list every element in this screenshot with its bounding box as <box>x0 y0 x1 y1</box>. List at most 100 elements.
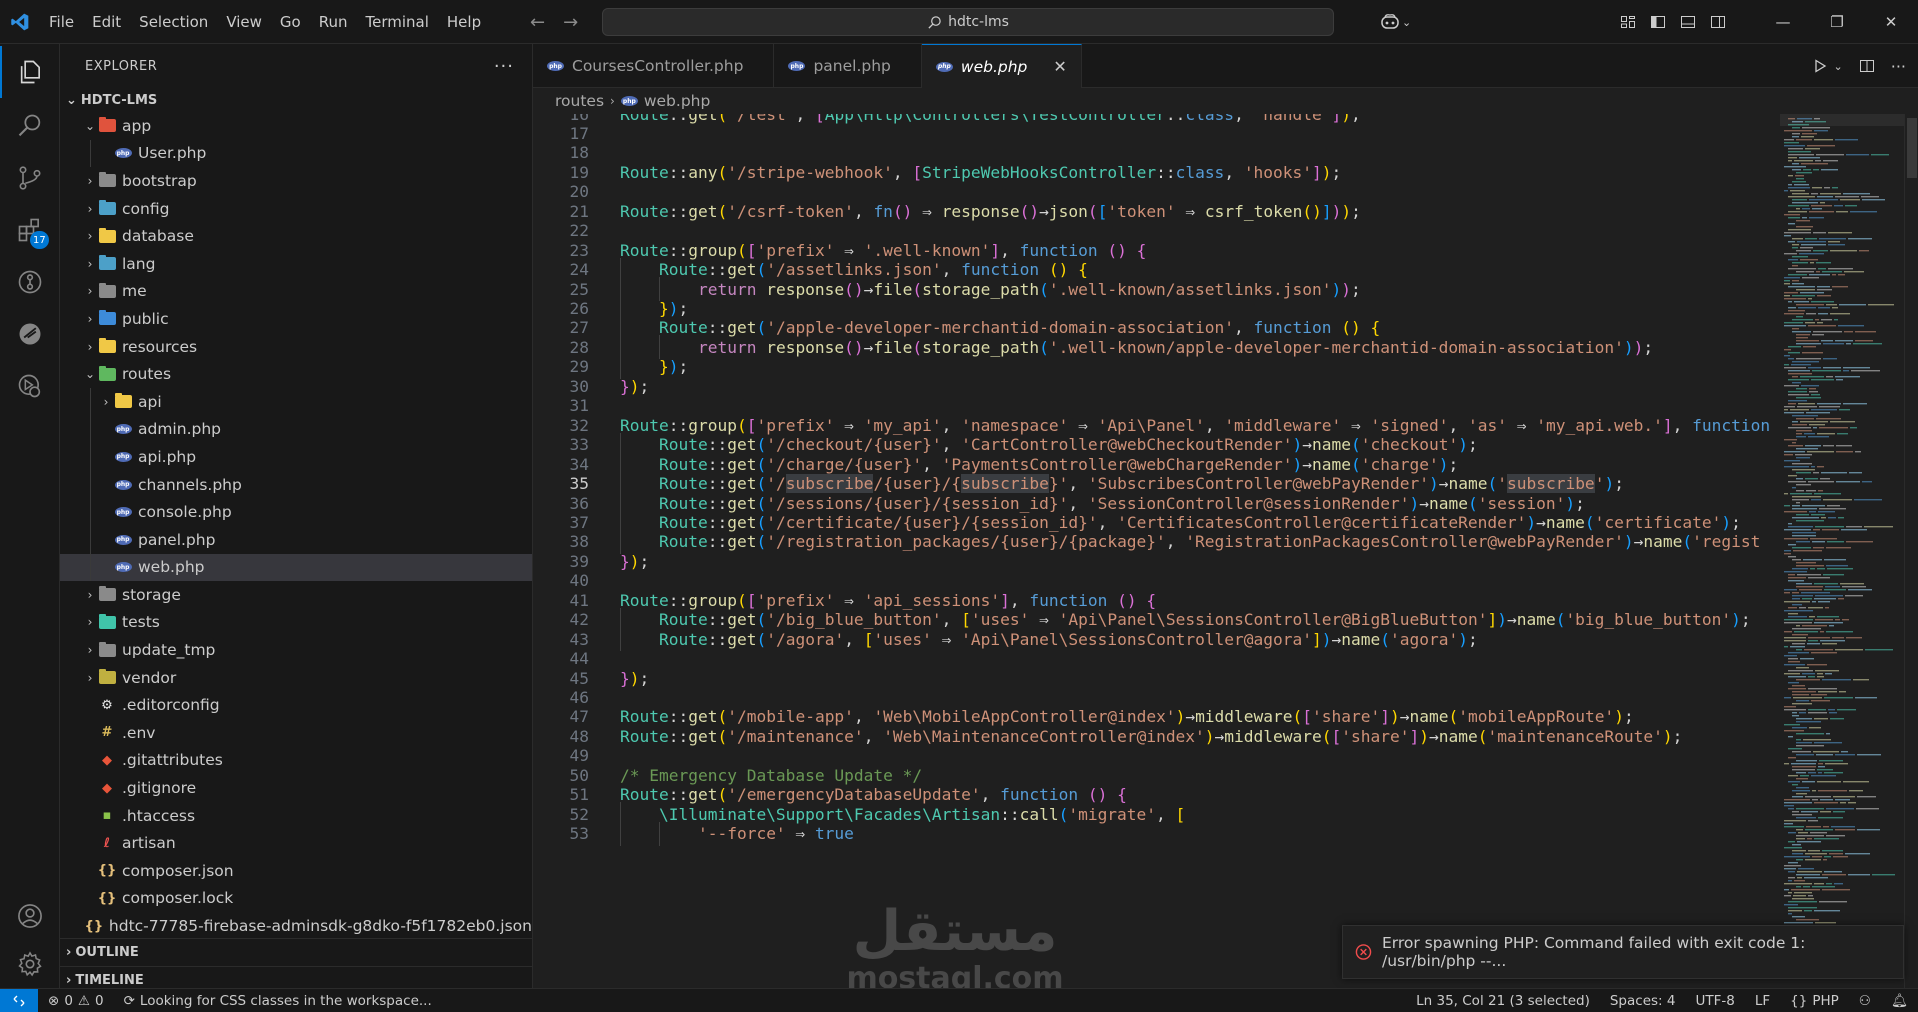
tree-item[interactable]: ⌄ app <box>60 112 532 140</box>
background-activity[interactable]: ⟳ Looking for CSS classes in the workspa… <box>114 993 442 1009</box>
scrollbar-thumb[interactable] <box>1907 118 1917 178</box>
chevron-down-icon: ⌄ <box>66 92 77 108</box>
tree-item[interactable]: {} hdtc-77785-firebase-adminsdk-g8dko-f5f… <box>60 912 532 940</box>
menu-view[interactable]: View <box>217 0 271 44</box>
toggle-panel-icon[interactable] <box>1680 14 1696 30</box>
more-actions-icon[interactable]: ··· <box>1891 57 1906 76</box>
tree-item[interactable]: › vendor <box>60 664 532 692</box>
tree-item[interactable]: {} composer.lock <box>60 885 532 913</box>
encoding[interactable]: UTF-8 <box>1685 993 1744 1009</box>
end-of-line[interactable]: LF <box>1745 993 1780 1009</box>
indentation[interactable]: Spaces: 4 <box>1600 993 1686 1009</box>
menu-selection[interactable]: Selection <box>130 0 217 44</box>
copilot-menu[interactable]: ⌄ <box>1380 0 1411 44</box>
menu-edit[interactable]: Edit <box>83 0 130 44</box>
customize-layout-icon[interactable] <box>1620 14 1636 30</box>
tree-item[interactable]: › lang <box>60 250 532 278</box>
extensions-icon[interactable]: 17 <box>0 204 60 256</box>
minimap-line <box>1795 454 1812 456</box>
tree-item[interactable]: ▪ .htaccess <box>60 802 532 830</box>
remote-indicator-icon[interactable] <box>0 988 38 1012</box>
close-tab-icon[interactable]: ✕ <box>1053 57 1066 76</box>
back-arrow-icon[interactable]: ← <box>530 12 545 33</box>
copilot-status-icon[interactable]: ⚇ <box>1849 993 1881 1009</box>
minimap-line <box>1788 154 1814 156</box>
accounts-icon[interactable] <box>0 890 60 942</box>
run-file-icon[interactable] <box>1812 58 1828 74</box>
search-activity-icon[interactable] <box>0 100 60 152</box>
code-editor[interactable]: 16 Route::get('/test', [App\Http\Controll… <box>533 114 1780 988</box>
tab-panel-php[interactable]: php panel.php <box>774 44 922 88</box>
tree-item[interactable]: ◆ .gitignore <box>60 774 532 802</box>
language-mode[interactable]: {} PHP <box>1780 993 1849 1009</box>
tree-item[interactable]: ⚙ .editorconfig <box>60 691 532 719</box>
tree-item-label: app <box>122 116 152 135</box>
toggle-secondary-sidebar-icon[interactable] <box>1710 14 1726 30</box>
copilot-icon <box>1381 14 1399 29</box>
tree-item[interactable]: › storage <box>60 581 532 609</box>
vertical-scrollbar[interactable] <box>1904 114 1918 988</box>
minimap-line <box>1792 487 1796 489</box>
minimize-icon[interactable]: — <box>1756 13 1810 31</box>
minimap-line <box>1821 169 1838 171</box>
source-control-icon[interactable] <box>0 152 60 204</box>
manage-gear-icon[interactable] <box>0 938 60 990</box>
tree-item[interactable]: {} composer.json <box>60 857 532 885</box>
outline-section[interactable]: › OUTLINE <box>60 938 533 966</box>
remote-explorer-icon[interactable] <box>0 308 60 360</box>
close-window-icon[interactable]: ✕ <box>1864 13 1918 31</box>
menu-file[interactable]: File <box>40 0 83 44</box>
minimap-line <box>1855 331 1876 333</box>
minimap-line <box>1805 859 1821 861</box>
tab-web-php[interactable]: php web.php ✕ <box>921 44 1082 88</box>
tree-item[interactable]: ⌄ routes <box>60 360 532 388</box>
chevron-down-icon[interactable]: ⌄ <box>1834 60 1843 73</box>
tree-item[interactable]: ◆ .gitattributes <box>60 747 532 775</box>
restore-icon[interactable]: ❐ <box>1810 13 1864 31</box>
split-editor-icon[interactable] <box>1859 58 1875 74</box>
breadcrumb-folder[interactable]: routes <box>555 92 604 110</box>
minimap-line <box>1784 622 1812 624</box>
menu-go[interactable]: Go <box>271 0 310 44</box>
forward-arrow-icon[interactable]: → <box>563 12 578 33</box>
tree-item[interactable]: # .env <box>60 719 532 747</box>
tree-item[interactable]: › public <box>60 305 532 333</box>
tree-item[interactable]: php web.php <box>60 553 532 582</box>
tree-item[interactable]: php console.php <box>60 498 532 526</box>
tree-item[interactable]: php User.php <box>60 139 532 168</box>
toggle-primary-sidebar-icon[interactable] <box>1650 14 1666 30</box>
menu-help[interactable]: Help <box>438 0 490 44</box>
minimap-line <box>1796 358 1821 360</box>
tree-item[interactable]: php panel.php <box>60 525 532 554</box>
breadcrumb-file[interactable]: web.php <box>644 92 710 110</box>
notifications-bell-icon[interactable]: 🔔︎ <box>1881 993 1918 1009</box>
tree-item[interactable]: › api <box>60 387 532 416</box>
cursor-position[interactable]: Ln 35, Col 21 (3 selected) <box>1406 993 1600 1009</box>
tree-item[interactable]: php api.php <box>60 443 532 471</box>
explorer-icon[interactable] <box>0 46 60 98</box>
minimap[interactable] <box>1780 114 1904 988</box>
git-graph-icon[interactable] <box>0 256 60 308</box>
menu-run[interactable]: Run <box>310 0 357 44</box>
more-actions-icon[interactable]: ··· <box>494 56 514 77</box>
tree-item[interactable]: › database <box>60 222 532 250</box>
tree-item[interactable]: php channels.php <box>60 470 532 499</box>
tree-item[interactable]: php admin.php <box>60 415 532 444</box>
tree-item[interactable]: › config <box>60 195 532 223</box>
error-notification[interactable]: Error spawning PHP: Command failed with … <box>1342 925 1904 979</box>
problems-indicator[interactable]: ⊗ 0 ⚠ 0 <box>38 993 114 1009</box>
minimap-line <box>1792 790 1810 792</box>
tree-item[interactable]: › update_tmp <box>60 636 532 664</box>
command-center[interactable]: hdtc-lms <box>602 8 1334 36</box>
tree-item[interactable]: ℓ artisan <box>60 829 532 857</box>
tree-item[interactable]: › tests <box>60 609 532 637</box>
tree-item[interactable]: › resources <box>60 333 532 361</box>
workspace-root[interactable]: ⌄ HDTC-LMS <box>60 88 532 112</box>
tab-coursescontroller-php[interactable]: php CoursesController.php <box>533 44 775 88</box>
tree-item[interactable]: › me <box>60 278 532 306</box>
minimap-line <box>1813 331 1842 333</box>
tree-item[interactable]: › bootstrap <box>60 167 532 195</box>
menu-terminal[interactable]: Terminal <box>357 0 438 44</box>
run-debug-icon[interactable] <box>0 360 60 412</box>
folder-icon <box>98 117 116 134</box>
